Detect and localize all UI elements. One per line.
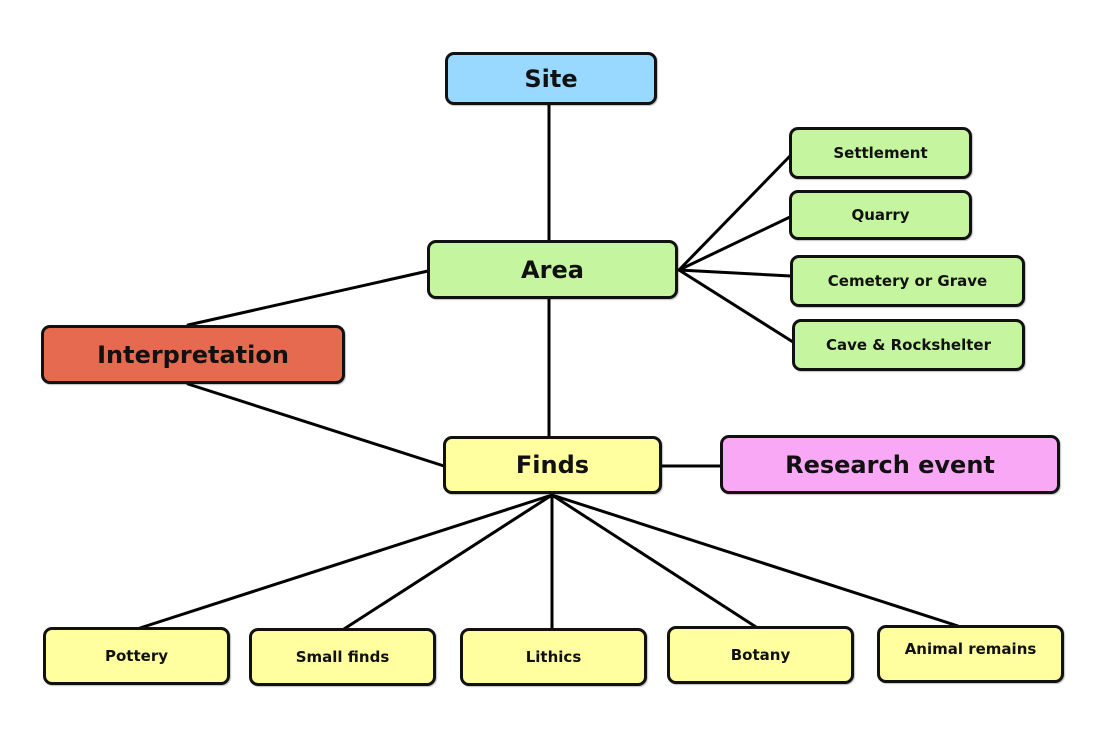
node-research-event-label: Research event bbox=[785, 450, 995, 479]
edge-finds-botany bbox=[550, 493, 758, 629]
edge-area-settlement bbox=[677, 154, 792, 272]
node-quarry-label: Quarry bbox=[851, 206, 910, 224]
edge-finds-smallfinds bbox=[342, 493, 554, 631]
node-interpretation[interactable]: Interpretation bbox=[41, 325, 345, 384]
node-botany-label: Botany bbox=[730, 646, 791, 664]
edge-area-quarry bbox=[677, 215, 792, 272]
edge-area-cemetery bbox=[677, 268, 793, 278]
node-area[interactable]: Area bbox=[427, 240, 678, 299]
node-research-event[interactable]: Research event bbox=[720, 435, 1060, 494]
edge-finds-animal bbox=[550, 493, 960, 628]
node-finds-label: Finds bbox=[515, 451, 590, 479]
node-cemetery-label: Cemetery or Grave bbox=[827, 272, 988, 290]
node-site[interactable]: Site bbox=[445, 52, 657, 105]
node-animal-remains[interactable]: Animal remains bbox=[877, 625, 1064, 683]
node-pottery[interactable]: Pottery bbox=[43, 627, 230, 685]
edge-finds-pottery bbox=[138, 493, 554, 630]
node-pottery-label: Pottery bbox=[105, 647, 168, 665]
node-animal-remains-label: Animal remains bbox=[904, 640, 1037, 658]
node-site-label: Site bbox=[524, 64, 578, 93]
node-small-finds[interactable]: Small finds bbox=[249, 628, 436, 686]
edge-area-interpretation bbox=[186, 269, 430, 327]
node-lithics[interactable]: Lithics bbox=[460, 628, 647, 686]
node-cave-rockshelter[interactable]: Cave & Rockshelter bbox=[792, 319, 1025, 371]
node-cave-label: Cave & Rockshelter bbox=[826, 336, 991, 354]
node-settlement[interactable]: Settlement bbox=[789, 127, 972, 179]
node-lithics-label: Lithics bbox=[525, 648, 582, 666]
node-small-finds-label: Small finds bbox=[295, 648, 390, 666]
node-settlement-label: Settlement bbox=[833, 144, 928, 162]
node-finds[interactable]: Finds bbox=[443, 436, 662, 494]
node-quarry[interactable]: Quarry bbox=[789, 190, 972, 240]
node-area-label: Area bbox=[521, 255, 584, 284]
node-interpretation-label: Interpretation bbox=[97, 340, 289, 369]
node-botany[interactable]: Botany bbox=[667, 626, 854, 684]
edge-area-cave bbox=[677, 268, 795, 344]
edge-interpretation-finds bbox=[186, 382, 446, 468]
node-cemetery-or-grave[interactable]: Cemetery or Grave bbox=[790, 255, 1025, 307]
